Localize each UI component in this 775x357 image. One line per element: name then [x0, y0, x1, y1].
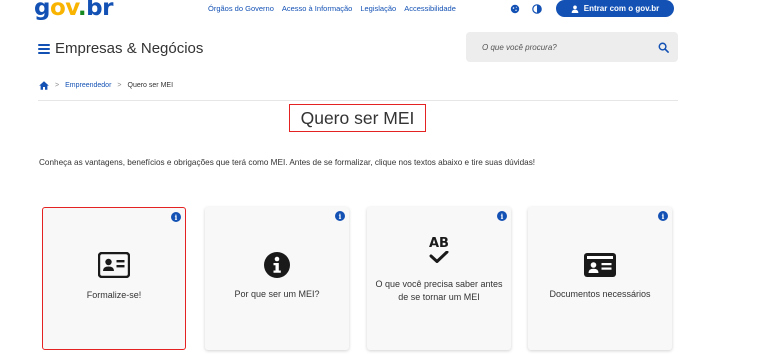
intro-text: Conheça as vantagens, benefícios e obrig… [39, 158, 536, 167]
search-icon[interactable] [656, 40, 670, 54]
card-documentos-necessarios[interactable]: i Documentos necessários [528, 207, 672, 350]
contrast-icon-svg [532, 4, 542, 14]
link-acessibilidade[interactable]: Accessibilidade [404, 4, 456, 13]
gov-br-logo[interactable]: gov.br [34, 0, 113, 22]
info-icon[interactable]: i [171, 212, 181, 222]
info-circle-icon [263, 251, 291, 279]
cookie-icon-svg [510, 4, 520, 14]
home-icon[interactable] [39, 81, 49, 90]
id-document-icon [584, 253, 616, 277]
login-button[interactable]: Entrar com o gov.br [556, 0, 674, 17]
card-label: O que você precisa saber antes de se tor… [375, 279, 503, 302]
chevron-right-icon: > [117, 82, 122, 89]
breadcrumb: > Empreendedor > Quero ser MEI [39, 81, 173, 90]
card-por-que-ser-mei[interactable]: i Por que ser um MEI? [205, 207, 349, 350]
divider [38, 100, 678, 101]
id-card-icon [98, 252, 130, 278]
spell-check-icon-text: AB [429, 236, 449, 251]
info-icon[interactable]: i [658, 211, 668, 221]
card-o-que-voce-precisa-saber[interactable]: i AB O que você precisa saber antes de s… [367, 207, 511, 350]
hamburger-icon [38, 43, 50, 54]
main-menu-toggle[interactable]: Empresas & Negócios [38, 40, 203, 57]
site-title: Empresas & Negócios [55, 40, 204, 57]
info-icon[interactable]: i [497, 211, 507, 221]
login-label: Entrar com o gov.br [583, 4, 660, 13]
breadcrumb-item-current: Quero ser MEI [127, 82, 174, 89]
link-acesso-informacao[interactable]: Acesso à Informação [282, 4, 352, 13]
breadcrumb-item-empreendedor[interactable]: Empreendedor [65, 82, 111, 89]
card-formalize-se[interactable]: i Formalize-se! [42, 207, 186, 350]
card-label: Documentos necessários [549, 289, 651, 299]
search-input[interactable] [482, 42, 656, 52]
contrast-icon[interactable] [531, 3, 543, 15]
info-icon[interactable]: i [335, 211, 345, 221]
search-bar [466, 32, 678, 62]
page-title: Quero ser MEI [289, 104, 426, 132]
card-label: Por que ser um MEI? [234, 289, 320, 299]
card-label: Formalize-se! [86, 290, 142, 300]
top-links: Órgãos do Governo Acesso à Informação Le… [208, 4, 456, 13]
spell-check-icon: AB [429, 237, 449, 263]
link-orgaos-governo[interactable]: Órgãos do Governo [208, 4, 274, 13]
user-icon [571, 5, 579, 13]
link-legislacao[interactable]: Legislação [360, 4, 396, 13]
cookie-icon[interactable] [509, 3, 521, 15]
chevron-right-icon: > [55, 82, 60, 89]
